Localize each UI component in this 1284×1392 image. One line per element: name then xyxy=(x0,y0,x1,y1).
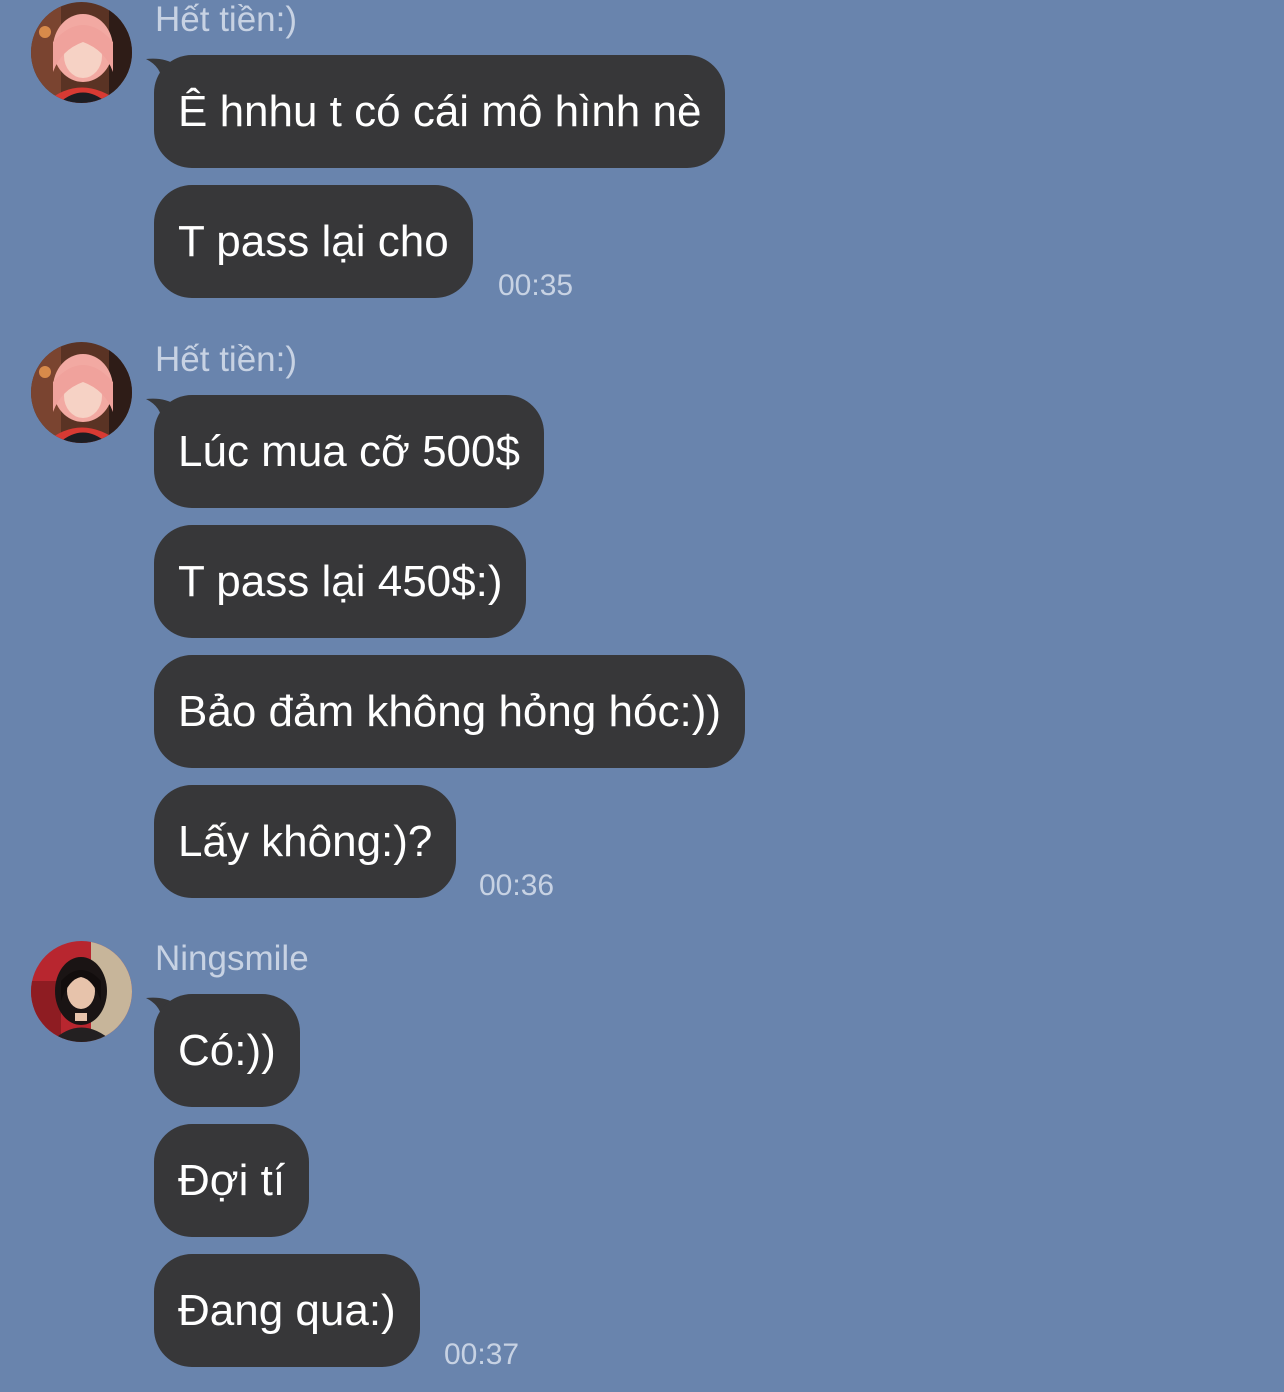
message-text: Đợi tí xyxy=(178,1156,286,1205)
chat-transcript: Hết tiền:) Ê hnhu t có cái mô hình nè T … xyxy=(0,0,1284,1392)
message-bubble[interactable]: Đang qua:) xyxy=(154,1254,420,1367)
message-text: T pass lại 450$:) xyxy=(178,557,503,606)
message-text: Lúc mua cỡ 500$ xyxy=(178,427,520,476)
message-bubble[interactable]: T pass lại 450$:) xyxy=(154,525,527,638)
message-timestamp: 00:35 xyxy=(498,269,574,302)
message-text: Đang qua:) xyxy=(178,1286,396,1335)
avatar[interactable] xyxy=(31,2,132,103)
avatar-het-tien-icon xyxy=(31,342,132,443)
message-bubble[interactable]: Lấy không:)? xyxy=(154,785,457,898)
sender-name: Hết tiền:) xyxy=(155,0,297,39)
avatar[interactable] xyxy=(31,941,132,1042)
message-text: Lấy không:)? xyxy=(178,817,433,866)
message-group: Ningsmile Có:)) Đợi tí Đang qua:) 00:37 xyxy=(0,939,1284,1379)
message-bubble[interactable]: Lúc mua cỡ 500$ xyxy=(154,395,544,508)
message-text: Có:)) xyxy=(178,1026,276,1075)
message-timestamp: 00:37 xyxy=(444,1338,520,1371)
sender-name: Hết tiền:) xyxy=(155,340,297,379)
message-bubble[interactable]: Ê hnhu t có cái mô hình nè xyxy=(154,55,726,168)
message-bubble[interactable]: Đợi tí xyxy=(154,1124,310,1237)
avatar-ningsmile-icon xyxy=(31,941,132,1042)
message-timestamp: 00:36 xyxy=(479,869,555,902)
sender-name: Ningsmile xyxy=(155,939,309,978)
message-group: Hết tiền:) Lúc mua cỡ 500$ T pass lại 45… xyxy=(0,340,1284,910)
avatar-het-tien-icon xyxy=(31,2,132,103)
message-text: T pass lại cho xyxy=(178,217,449,266)
avatar[interactable] xyxy=(31,342,132,443)
message-bubble[interactable]: Có:)) xyxy=(154,994,300,1107)
message-group: Hết tiền:) Ê hnhu t có cái mô hình nè T … xyxy=(0,0,1284,310)
message-bubble[interactable]: T pass lại cho xyxy=(154,185,473,298)
message-bubble[interactable]: Bảo đảm không hỏng hóc:)) xyxy=(154,655,746,768)
message-text: Ê hnhu t có cái mô hình nè xyxy=(178,87,702,136)
message-text: Bảo đảm không hỏng hóc:)) xyxy=(178,687,722,736)
